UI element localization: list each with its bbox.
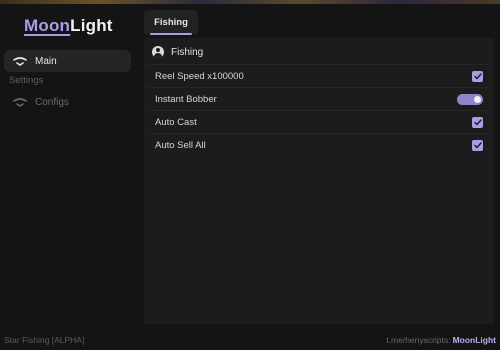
tab-fishing[interactable]: Fishing [144,10,198,34]
app-window: MoonLight Main Settings Configs Fishing [0,4,500,350]
option-row-reel-speed[interactable]: Reel Speed x100000 [148,64,490,87]
auto-sell-all-checkbox[interactable] [472,139,483,151]
group-title: Fishing [171,46,204,58]
option-row-auto-sell-all[interactable]: Auto Sell All [148,133,490,156]
checkmark-icon [473,72,482,79]
footer-brand: MoonLight [452,335,496,345]
group-header: Fishing [152,46,203,58]
reel-speed-checkbox[interactable] [472,70,483,82]
toggle-knob [474,95,481,103]
logo-light: Light [70,16,113,35]
auto-cast-checkbox[interactable] [472,116,483,128]
option-label: Auto Sell All [155,139,206,151]
sidebar-item-label: Configs [35,96,69,108]
option-label: Instant Bobber [155,93,217,105]
user-circle-icon [152,46,164,58]
sidebar: MoonLight Main Settings Configs [0,4,140,334]
sidebar-item-label: Main [35,55,57,67]
sidebar-item-configs[interactable]: Configs [4,92,131,112]
content-panel: Fishing Reel Speed x100000 Instant Bobbe… [144,38,494,324]
footer-link: t.me/henyscripts: [386,335,451,345]
sidebar-item-main[interactable]: Main [4,50,131,72]
footer-game-title: Star Fishing [ALPHA] [4,335,85,345]
tab-active-indicator [150,33,192,35]
link-icon [13,56,27,66]
tab-label: Fishing [154,16,188,28]
logo-moon: Moon [24,16,71,35]
options-list: Reel Speed x100000 Instant Bobber Auto C… [148,64,490,156]
checkmark-icon [473,141,482,148]
option-label: Auto Cast [155,116,197,128]
checkmark-icon [473,118,482,125]
instant-bobber-toggle[interactable] [457,93,483,105]
option-row-instant-bobber[interactable]: Instant Bobber [148,87,490,110]
option-row-auto-cast[interactable]: Auto Cast [148,110,490,133]
option-label: Reel Speed x100000 [155,70,244,82]
sidebar-section-settings: Settings [9,75,44,86]
link-icon [13,97,27,107]
app-logo: MoonLight [24,16,113,36]
footer-credit: t.me/henyscripts: MoonLight [386,335,496,345]
